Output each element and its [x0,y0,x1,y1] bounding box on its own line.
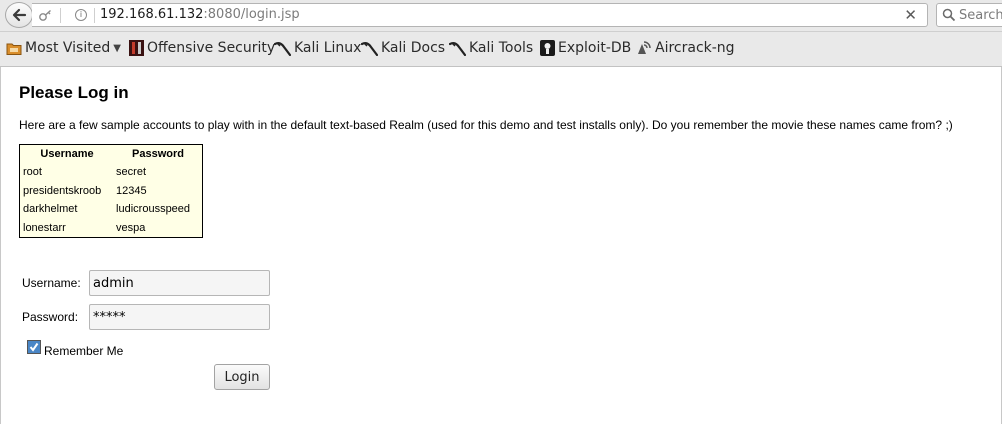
clear-url-icon[interactable]: ✕ [904,6,917,24]
site-identity-icon[interactable] [38,8,53,23]
bookmark-label: Offensive Security [147,40,276,56]
page-content: Please Log in Here are a few sample acco… [0,67,1002,424]
password-field[interactable] [89,304,270,330]
username-cell: lonestarr [23,221,66,234]
bookmark-offensive-security[interactable]: Offensive Security [129,40,275,56]
back-arrow-icon [12,8,27,22]
url-separator [94,8,95,23]
bookmark-label: Aircrack-ng [655,40,735,56]
dropdown-arrow-icon: ▼ [113,42,121,54]
table-row: root secret [20,163,202,182]
username-label: Username: [22,276,81,290]
folder-icon [6,43,22,55]
search-input[interactable] [959,6,1002,24]
table-header-row: Username Password [20,145,202,163]
search-icon [942,8,956,22]
password-cell: vespa [116,221,146,234]
username-cell: darkhelmet [23,203,78,216]
username-cell: presidentskroob [23,184,102,197]
kali-dragon-icon [274,42,291,56]
url-path: :8080/login.jsp [203,7,300,22]
bookmark-kali-tools[interactable]: Kali Tools [449,40,533,56]
login-button[interactable]: Login [214,364,270,390]
bookmarks-bar: Most Visited ▼ Offensive Security Kali L… [0,32,1002,67]
bookmark-label: Most Visited [25,40,111,56]
back-button[interactable] [5,2,33,28]
kali-dragon-icon [449,42,466,56]
bookmark-label: Exploit-DB [558,40,632,56]
exploit-db-icon [540,40,555,56]
bookmark-exploit-db[interactable]: Exploit-DB [540,40,631,56]
url-host: 192.168.61.132 [100,7,204,22]
url-text[interactable]: 192.168.61.132:8080/login.jsp [100,7,300,22]
password-cell: secret [116,166,147,179]
bookmark-most-visited[interactable]: Most Visited ▼ [6,40,121,56]
remember-me-label[interactable]: Remember Me [44,344,123,358]
checkmark-icon [29,342,39,352]
info-icon[interactable]: i [75,9,87,21]
intro-text: Here are a few sample accounts to play w… [19,118,953,132]
bookmark-kali-linux[interactable]: Kali Linux [274,40,361,56]
bookmark-label: Kali Docs [381,40,446,56]
aircrack-icon [638,41,651,54]
password-cell: 12345 [116,184,147,197]
username-field[interactable] [89,270,270,296]
table-row: presidentskroob 12345 [20,182,202,201]
column-header-username: Username [40,148,94,160]
username-cell: root [23,166,42,179]
password-label: Password: [22,310,79,324]
column-header-password: Password [132,148,184,160]
password-cell: ludicrousspeed [116,203,191,216]
remember-me-checkbox[interactable] [27,340,41,354]
search-box[interactable] [936,3,1002,27]
navigation-toolbar: i 192.168.61.132:8080/login.jsp ✕ [0,0,1002,32]
sample-accounts-table: Username Password root secret presidents… [19,144,203,238]
offensive-security-icon [129,40,144,56]
page-title: Please Log in [19,83,129,102]
bookmark-aircrack-ng[interactable]: Aircrack-ng [636,40,735,56]
table-row: lonestarr vespa [20,219,202,238]
bookmark-label: Kali Tools [469,40,534,56]
table-row: darkhelmet ludicrousspeed [20,200,202,219]
url-separator [60,8,61,23]
bookmark-kali-docs[interactable]: Kali Docs [361,40,445,56]
bookmark-label: Kali Linux [294,40,362,56]
url-bar[interactable]: i 192.168.61.132:8080/login.jsp ✕ [32,3,928,27]
kali-dragon-icon [361,42,378,56]
